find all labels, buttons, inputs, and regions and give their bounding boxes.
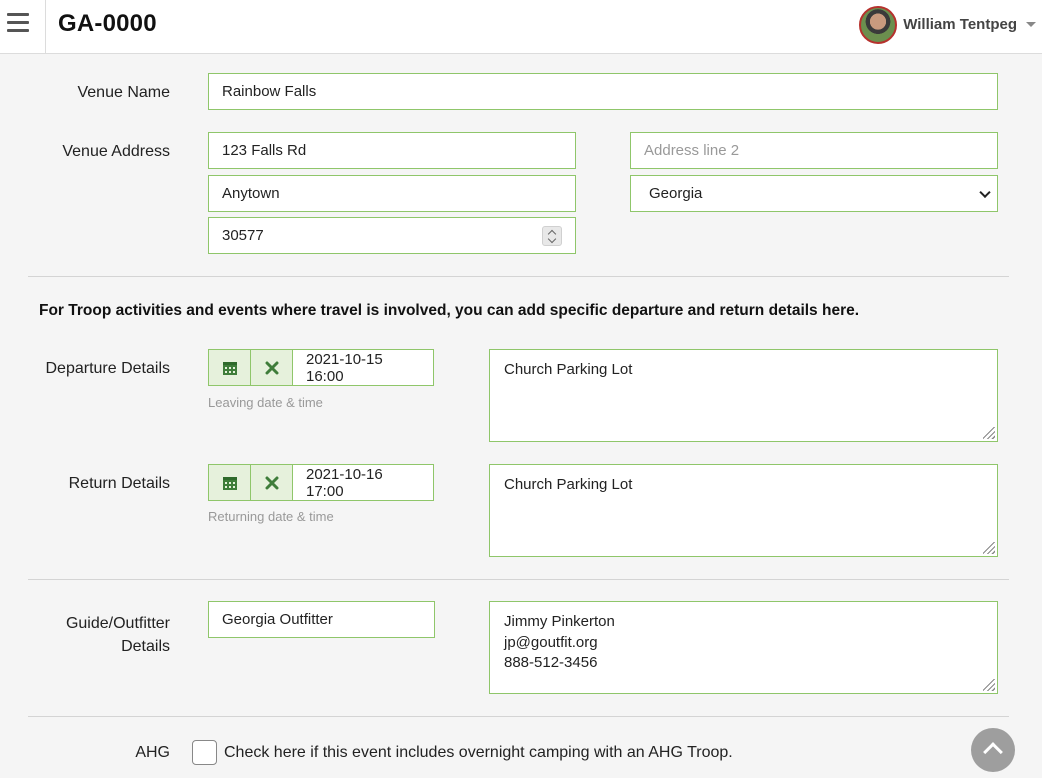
clear-x-icon[interactable] bbox=[250, 349, 293, 386]
caret-down-icon bbox=[1026, 21, 1036, 27]
avatar bbox=[859, 6, 898, 44]
guide-outfitter-label: Guide/Outfitter Details bbox=[40, 612, 170, 658]
guide-label-line1: Guide/Outfitter bbox=[65, 615, 170, 632]
top-bar: GA-0000 William Tentpeg bbox=[0, 0, 1042, 54]
guide-name-input[interactable]: Georgia Outfitter bbox=[208, 601, 435, 638]
zip-value: 30577 bbox=[222, 227, 264, 244]
venue-name-label: Venue Name bbox=[77, 84, 170, 101]
departure-location-text: Church Parking Lot bbox=[504, 361, 633, 378]
address-line2-input[interactable]: Address line 2 bbox=[630, 132, 998, 169]
ahg-label: AHG bbox=[135, 744, 170, 761]
travel-notice: For Troop activities and events where tr… bbox=[39, 302, 860, 319]
scroll-to-top-button[interactable] bbox=[971, 728, 1015, 772]
departure-help-text: Leaving date & time bbox=[208, 395, 323, 410]
hamburger-menu-icon[interactable] bbox=[0, 0, 46, 53]
zip-input[interactable]: 30577 bbox=[208, 217, 576, 254]
return-location-text: Church Parking Lot bbox=[504, 476, 633, 493]
divider bbox=[28, 579, 1009, 580]
resize-handle-icon[interactable] bbox=[983, 679, 995, 691]
ahg-checkbox-label[interactable]: Check here if this event includes overni… bbox=[224, 744, 733, 762]
return-help-text: Returning date & time bbox=[208, 509, 334, 524]
venue-name-input[interactable]: Rainbow Falls bbox=[208, 73, 998, 110]
state-select-value: Georgia bbox=[649, 185, 703, 202]
guide-contact-line: jp@goutfit.org bbox=[504, 633, 598, 651]
resize-handle-icon[interactable] bbox=[983, 542, 995, 554]
return-details-label: Return Details bbox=[68, 475, 170, 492]
departure-details-label: Departure Details bbox=[45, 360, 171, 377]
number-spinner-icon[interactable] bbox=[542, 226, 562, 246]
resize-handle-icon[interactable] bbox=[983, 427, 995, 439]
ahg-checkbox[interactable] bbox=[192, 740, 217, 765]
return-location-textarea[interactable]: Church Parking Lot bbox=[489, 464, 998, 557]
user-name: William Tentpeg bbox=[903, 15, 1017, 33]
return-datetime-input[interactable]: 2021-10-16 17:00 bbox=[292, 464, 434, 501]
page-title: GA-0000 bbox=[58, 10, 157, 37]
guide-contact-line: 888-512-3456 bbox=[504, 654, 598, 671]
divider bbox=[28, 276, 1009, 277]
chevron-down-icon bbox=[979, 186, 991, 198]
divider bbox=[28, 716, 1009, 717]
departure-location-textarea[interactable]: Church Parking Lot bbox=[489, 349, 998, 442]
user-menu[interactable]: William Tentpeg bbox=[859, 0, 1042, 48]
city-input[interactable]: Anytown bbox=[208, 175, 576, 212]
calendar-icon[interactable] bbox=[208, 464, 251, 501]
guide-contact-textarea[interactable]: Jimmy Pinkerton jp@goutfit.org 888-512-3… bbox=[489, 601, 998, 694]
return-datetime-group: 2021-10-16 17:00 bbox=[208, 464, 434, 501]
departure-datetime-input[interactable]: 2021-10-15 16:00 bbox=[292, 349, 434, 386]
venue-address-label: Venue Address bbox=[62, 143, 170, 160]
clear-x-icon[interactable] bbox=[250, 464, 293, 501]
calendar-icon[interactable] bbox=[208, 349, 251, 386]
address-line1-input[interactable]: 123 Falls Rd bbox=[208, 132, 576, 169]
state-select[interactable]: Georgia bbox=[630, 175, 998, 212]
guide-label-line2: Details bbox=[121, 638, 170, 655]
guide-contact-line: Jimmy Pinkerton bbox=[504, 613, 615, 630]
departure-datetime-group: 2021-10-15 16:00 bbox=[208, 349, 434, 386]
